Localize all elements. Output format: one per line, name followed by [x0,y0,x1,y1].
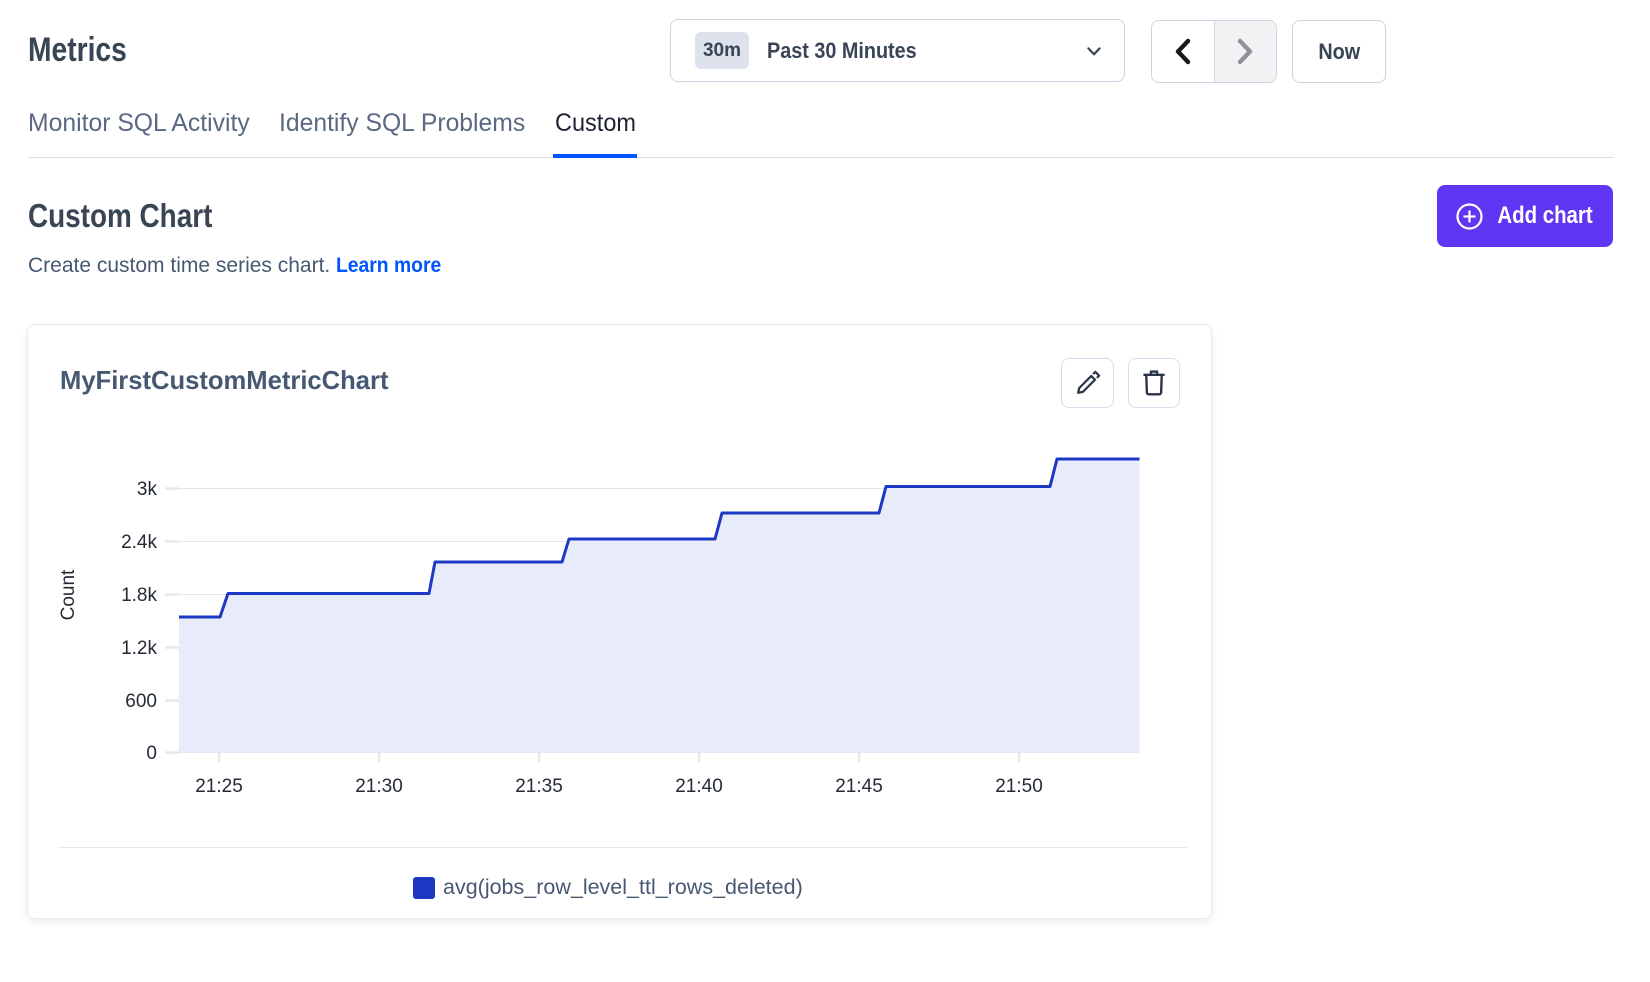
svg-text:21:35: 21:35 [515,776,563,797]
svg-text:21:30: 21:30 [355,776,403,797]
svg-text:21:40: 21:40 [675,776,723,797]
svg-text:1.2k: 1.2k [121,638,157,659]
svg-text:Count: Count [58,569,79,620]
svg-text:3k: 3k [137,479,158,500]
svg-text:600: 600 [125,691,157,712]
svg-text:2.4k: 2.4k [121,532,157,553]
svg-text:21:25: 21:25 [195,776,243,797]
svg-text:1.8k: 1.8k [121,585,157,606]
svg-text:21:50: 21:50 [995,776,1043,797]
svg-text:21:45: 21:45 [835,776,883,797]
svg-text:0: 0 [146,743,157,764]
